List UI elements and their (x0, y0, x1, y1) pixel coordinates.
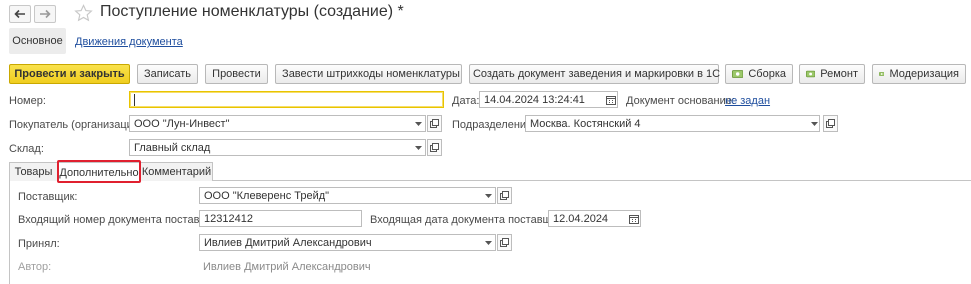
supplier-dropdown-button[interactable] (482, 187, 495, 204)
chevron-down-icon (811, 121, 818, 126)
open-form-icon (500, 191, 509, 200)
create-barcodes-label: Завести штрихкоды номенклатуры (282, 68, 460, 80)
arrow-right-icon (40, 9, 51, 19)
warehouse-select[interactable]: Главный склад (129, 139, 426, 156)
incoming-number-value: 12312412 (204, 213, 253, 225)
accepted-by-select[interactable]: Ивлиев Дмитрий Александрович (199, 234, 496, 251)
tab-goods[interactable]: Товары (9, 162, 58, 181)
division-open-button[interactable] (823, 115, 838, 132)
date-input[interactable]: 14.04.2024 13:24:41 (479, 91, 618, 108)
basis-document-link[interactable]: не задан (725, 95, 770, 107)
date-value: 14.04.2024 13:24:41 (484, 94, 585, 106)
page-title: Поступление номенклатуры (создание) * (100, 3, 404, 20)
calendar-icon (629, 214, 639, 224)
open-form-icon (430, 143, 439, 152)
save-label: Записать (144, 68, 192, 80)
post-button[interactable]: Провести (205, 64, 268, 84)
modernization-button[interactable]: Модеризация (872, 64, 966, 84)
warehouse-dropdown-button[interactable] (412, 139, 425, 156)
highlight-box (57, 160, 141, 183)
chevron-down-icon (485, 193, 492, 198)
post-and-close-button[interactable]: Провести и закрыть (9, 64, 130, 84)
modernization-label: Модеризация (889, 68, 959, 80)
save-button[interactable]: Записать (137, 64, 198, 84)
tab-document-movements[interactable]: Движения документа (75, 36, 183, 48)
create-barcodes-button[interactable]: Завести штрихкоды номенклатуры (275, 64, 462, 84)
open-form-icon (826, 119, 835, 128)
buyer-dropdown-button[interactable] (412, 115, 425, 132)
division-value: Москва. Костянский 4 (530, 118, 641, 130)
buyer-open-button[interactable] (427, 115, 442, 132)
processing-icon (806, 70, 816, 78)
tab-main[interactable]: Основное (9, 28, 66, 54)
buyer-value: ООО "Лун-Инвест" (134, 118, 230, 130)
author-label: Автор: (18, 261, 52, 273)
warehouse-open-button[interactable] (427, 139, 442, 156)
repair-button[interactable]: Ремонт (799, 64, 865, 84)
favorite-star-icon[interactable] (74, 4, 93, 22)
forward-button[interactable] (34, 5, 56, 23)
processing-icon (732, 70, 744, 78)
date-label: Дата: (452, 95, 480, 107)
author-value: Ивлиев Дмитрий Александрович (203, 261, 371, 273)
buyer-label: Покупатель (организация): (9, 119, 146, 131)
incoming-date-label: Входящая дата документа поставщика: (370, 214, 572, 226)
assembly-button[interactable]: Сборка (725, 64, 793, 84)
supplier-open-button[interactable] (497, 187, 512, 204)
chevron-down-icon (485, 240, 492, 245)
open-form-icon (500, 238, 509, 247)
supplier-value: ООО "Клеверенс Трейд" (204, 190, 330, 202)
post-label: Провести (212, 68, 261, 80)
tab-comment[interactable]: Комментарий (140, 162, 213, 181)
basis-document-label: Документ основание: (626, 95, 735, 107)
create-marking-document-label: Создать документ заведения и маркировки … (472, 68, 721, 80)
date-calendar-button[interactable] (603, 91, 619, 108)
incoming-date-calendar-button[interactable] (626, 210, 642, 227)
post-and-close-label: Провести и закрыть (14, 68, 125, 80)
division-dropdown-button[interactable] (808, 115, 821, 132)
open-form-icon (430, 119, 439, 128)
incoming-number-label: Входящий номер документа поставщика: (18, 214, 229, 226)
accepted-by-label: Принял: (18, 238, 60, 250)
processing-icon (879, 72, 885, 76)
supplier-label: Поставщик: (18, 191, 78, 203)
buyer-select[interactable]: ООО "Лун-Инвест" (129, 115, 426, 132)
chevron-down-icon (415, 121, 422, 126)
number-input[interactable] (129, 91, 444, 108)
warehouse-value: Главный склад (134, 142, 211, 154)
assembly-label: Сборка (748, 68, 786, 80)
supplier-select[interactable]: ООО "Клеверенс Трейд" (199, 187, 496, 204)
chevron-down-icon (415, 145, 422, 150)
accepted-by-value: Ивлиев Дмитрий Александрович (204, 237, 372, 249)
number-label: Номер: (9, 95, 46, 107)
create-marking-document-button[interactable]: Создать документ заведения и маркировки … (469, 64, 721, 84)
accepted-by-open-button[interactable] (497, 234, 512, 251)
accepted-by-dropdown-button[interactable] (482, 234, 495, 251)
back-button[interactable] (9, 5, 31, 23)
division-select[interactable]: Москва. Костянский 4 (525, 115, 820, 132)
incoming-date-value: 12.04.2024 (553, 213, 609, 225)
text-caret (134, 94, 135, 106)
arrow-left-icon (14, 9, 25, 19)
incoming-number-input[interactable]: 12312412 (199, 210, 362, 227)
repair-label: Ремонт (820, 68, 858, 80)
division-label: Подразделение: (452, 119, 536, 131)
calendar-icon (606, 95, 616, 105)
warehouse-label: Склад: (9, 143, 44, 155)
